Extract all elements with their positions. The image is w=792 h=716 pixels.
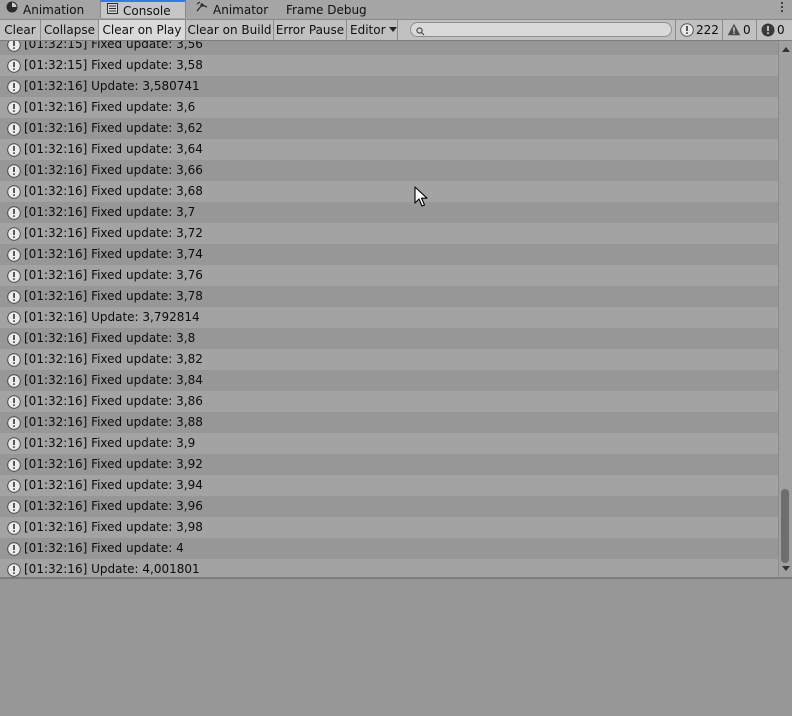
log-entry-text: [01:32:16] Fixed update: 3,98	[24, 520, 203, 534]
tab-animation-label: Animation	[23, 3, 85, 17]
log-entry[interactable]: [01:32:16] Fixed update: 3,76	[0, 265, 778, 286]
tab-animation[interactable]: Animation	[6, 0, 84, 19]
log-entry-text: [01:32:16] Fixed update: 3,74	[24, 247, 203, 261]
error-count: 0	[777, 23, 785, 37]
log-entry[interactable]: [01:32:15] Fixed update: 3,58	[0, 55, 778, 76]
log-entry-text: [01:32:16] Fixed update: 4	[24, 541, 184, 555]
log-entry-text: [01:32:16] Fixed update: 3,92	[24, 457, 203, 471]
log-entry[interactable]: [01:32:16] Fixed update: 3,7	[0, 202, 778, 223]
warning-count-toggle[interactable]: 0	[722, 20, 754, 40]
animation-clock-icon	[6, 0, 18, 20]
log-entry[interactable]: [01:32:16] Fixed update: 3,8	[0, 328, 778, 349]
console-log-list[interactable]: [01:32:15] Fixed update: 3,56 [01:32:15] …	[0, 41, 778, 577]
log-entry[interactable]: [01:32:16] Fixed update: 4	[0, 538, 778, 559]
log-entry[interactable]: [01:32:15] Fixed update: 3,56	[0, 41, 778, 55]
log-entry-text: [01:32:16] Fixed update: 3,96	[24, 499, 203, 513]
log-entry-text: [01:32:16] Fixed update: 3,76	[24, 268, 203, 282]
tab-console-label: Console	[123, 4, 171, 18]
log-entry[interactable]: [01:32:16] Fixed update: 3,86	[0, 391, 778, 412]
scroll-up-icon[interactable]	[782, 47, 790, 52]
log-entry[interactable]: [01:32:16] Fixed update: 3,82	[0, 349, 778, 370]
log-entry[interactable]: [01:32:16] Fixed update: 3,6	[0, 97, 778, 118]
tab-frame-debug-label: Frame Debug	[286, 3, 367, 17]
log-entry[interactable]: [01:32:16] Fixed update: 3,62	[0, 118, 778, 139]
log-entry-text: [01:32:16] Fixed update: 3,6	[24, 100, 196, 114]
collapse-button[interactable]: Collapse	[41, 20, 99, 40]
log-entry[interactable]: [01:32:16] Fixed update: 3,74	[0, 244, 778, 265]
log-entry[interactable]: [01:32:16] Fixed update: 3,88	[0, 412, 778, 433]
log-entry[interactable]: [01:32:16] Fixed update: 3,9	[0, 433, 778, 454]
log-entry-text: [01:32:16] Fixed update: 3,64	[24, 142, 203, 156]
chevron-down-icon	[388, 27, 397, 32]
log-entry-text: [01:32:16] Fixed update: 3,9	[24, 436, 196, 450]
console-toolbar: Clear Collapse Clear on Play Clear on Bu…	[0, 20, 792, 41]
log-entry[interactable]: [01:32:16] Fixed update: 3,96	[0, 496, 778, 517]
tab-bar: Animation Console Animator Frame Debug	[0, 0, 792, 20]
log-entry-text: [01:32:16] Fixed update: 3,84	[24, 373, 203, 387]
clear-on-build-button[interactable]: Clear on Build	[186, 20, 274, 40]
log-entry-text: [01:32:16] Fixed update: 3,86	[24, 394, 203, 408]
editor-dropdown[interactable]: Editor	[347, 20, 398, 40]
log-entry[interactable]: [01:32:16] Fixed update: 3,78	[0, 286, 778, 307]
tab-console[interactable]: Console	[100, 0, 186, 18]
log-entry-text: [01:32:16] Fixed update: 3,82	[24, 352, 203, 366]
log-entry-text: [01:32:16] Fixed update: 3,66	[24, 163, 203, 177]
log-entry[interactable]: [01:32:16] Fixed update: 3,94	[0, 475, 778, 496]
clear-button[interactable]: Clear	[0, 20, 41, 40]
log-entry-text: [01:32:16] Fixed update: 3,8	[24, 331, 196, 345]
log-count-toggle[interactable]: 222	[675, 20, 720, 40]
log-entry-text: [01:32:16] Update: 4,001801	[24, 562, 200, 576]
log-entry[interactable]: [01:32:16] Fixed update: 3,84	[0, 370, 778, 391]
log-info-icon	[7, 563, 21, 577]
log-count: 222	[696, 23, 719, 37]
log-entry[interactable]: [01:32:16] Fixed update: 3,92	[0, 454, 778, 475]
animator-icon	[196, 0, 208, 20]
editor-dropdown-label: Editor	[350, 23, 386, 37]
more-options-icon[interactable]	[780, 2, 784, 14]
log-entry[interactable]: [01:32:16] Fixed update: 3,66	[0, 160, 778, 181]
log-entry[interactable]: [01:32:16] Fixed update: 3,72	[0, 223, 778, 244]
tab-animator-label: Animator	[213, 3, 269, 17]
scrollbar-thumb[interactable]	[781, 489, 789, 563]
tab-frame-debug[interactable]: Frame Debug	[286, 0, 367, 19]
log-entry[interactable]: [01:32:16] Fixed update: 3,98	[0, 517, 778, 538]
warning-icon	[727, 23, 741, 36]
tab-animator[interactable]: Animator	[196, 0, 268, 19]
error-count-toggle[interactable]: 0	[756, 20, 792, 40]
log-entry-text: [01:32:16] Update: 3,580741	[24, 79, 200, 93]
console-icon	[107, 1, 118, 20]
log-entry-text: [01:32:16] Fixed update: 3,72	[24, 226, 203, 240]
log-entry-text: [01:32:16] Fixed update: 3,94	[24, 478, 203, 492]
log-entry-text: [01:32:16] Fixed update: 3,88	[24, 415, 203, 429]
log-entry[interactable]: [01:32:16] Update: 4,001801	[0, 559, 778, 577]
mouse-cursor-icon	[414, 186, 428, 211]
clear-on-play-toggle[interactable]: Clear on Play	[99, 20, 186, 40]
log-entry[interactable]: [01:32:16] Fixed update: 3,64	[0, 139, 778, 160]
log-entry[interactable]: [01:32:16] Fixed update: 3,68	[0, 181, 778, 202]
log-entry-text: [01:32:16] Fixed update: 3,68	[24, 184, 203, 198]
scroll-down-icon[interactable]	[782, 566, 790, 571]
log-detail-panel	[0, 579, 792, 716]
info-icon	[680, 22, 694, 37]
error-icon	[761, 23, 775, 36]
error-pause-button[interactable]: Error Pause	[274, 20, 347, 40]
search-input[interactable]	[410, 22, 672, 37]
log-entry[interactable]: [01:32:16] Update: 3,580741	[0, 76, 778, 97]
log-entry[interactable]: [01:32:16] Update: 3,792814	[0, 307, 778, 328]
warning-count: 0	[743, 23, 751, 37]
search-icon	[416, 25, 425, 39]
log-scrollbar[interactable]	[778, 41, 792, 577]
log-entry-text: [01:32:16] Update: 3,792814	[24, 310, 200, 324]
log-entry-text: [01:32:16] Fixed update: 3,62	[24, 121, 203, 135]
log-entry-text: [01:32:15] Fixed update: 3,58	[24, 58, 203, 72]
log-entry-text: [01:32:16] Fixed update: 3,7	[24, 205, 196, 219]
log-entry-text: [01:32:16] Fixed update: 3,78	[24, 289, 203, 303]
log-entry-text: [01:32:15] Fixed update: 3,56	[24, 41, 203, 51]
